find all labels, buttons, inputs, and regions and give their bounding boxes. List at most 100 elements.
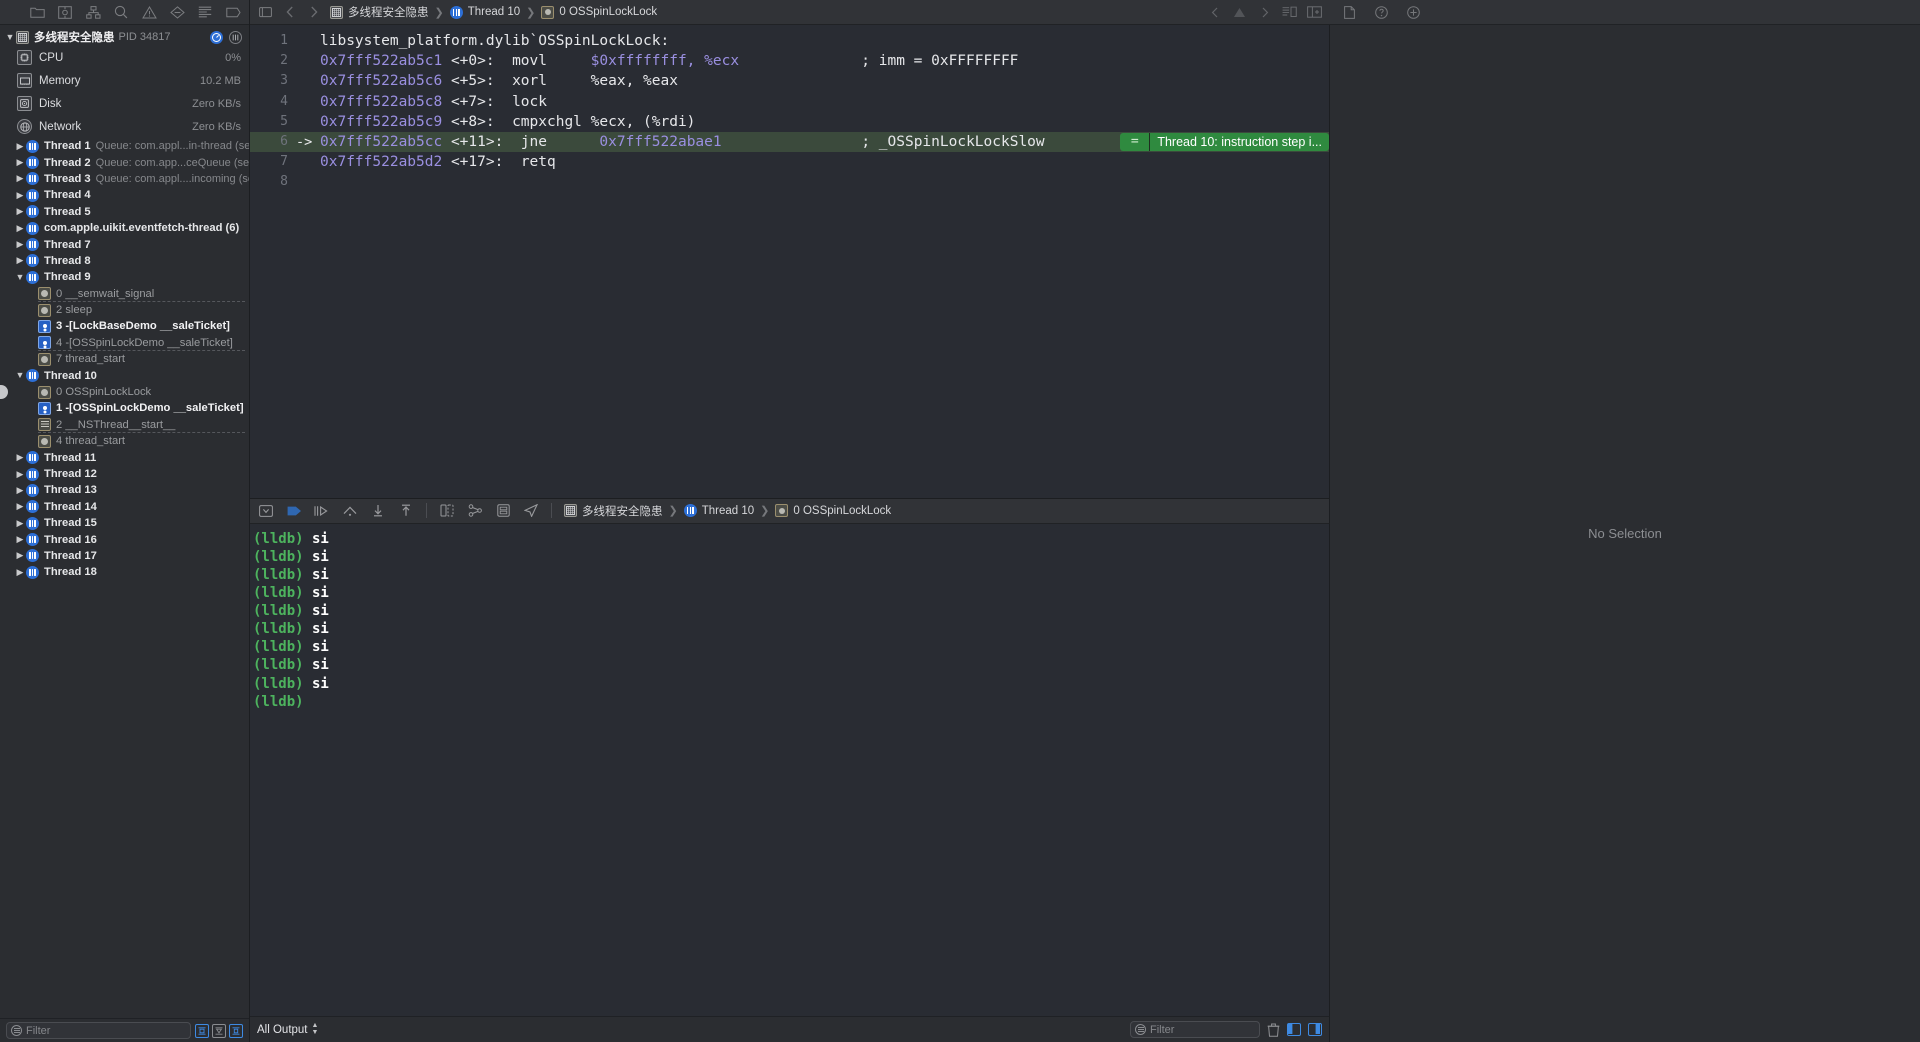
stack-frame-row[interactable]: 0 __semwait_signal (0, 286, 249, 302)
gauge-row-network[interactable]: Network Zero KB/s (0, 115, 249, 138)
thread-row[interactable]: Thread 4 (0, 187, 249, 203)
code-line[interactable]: 7 0x7fff522ab5d2 <+17>: retq (250, 152, 1329, 172)
thread-row[interactable]: Thread 11 (0, 449, 249, 465)
thread-disclosure-closed-icon[interactable] (14, 255, 26, 267)
thread-row[interactable]: Thread 8 (0, 253, 249, 269)
stack-frame-row[interactable]: 0 OSSpinLockLock (0, 384, 249, 400)
code-line[interactable]: 2 0x7fff522ab5c1 <+0>: movl $0xffffffff, … (250, 51, 1329, 71)
thread-disclosure-closed-icon[interactable] (14, 222, 26, 234)
process-disclosure-icon[interactable] (4, 31, 16, 43)
add-editor-icon[interactable] (1307, 5, 1322, 19)
thread-disclosure-closed-icon[interactable] (14, 157, 26, 169)
assembly-editor[interactable]: 1 libsystem_platform.dylib`OSSpinLockLock… (250, 25, 1330, 498)
trash-icon[interactable] (1267, 1023, 1280, 1037)
thread-row[interactable]: Thread 17 (0, 548, 249, 564)
continue-icon[interactable] (286, 503, 302, 518)
nav-forward-icon[interactable] (306, 5, 321, 19)
thread-disclosure-open-icon[interactable] (14, 271, 26, 283)
thread-disclosure-closed-icon[interactable] (14, 550, 26, 562)
breadcrumb-thread[interactable]: Thread 10 (468, 6, 520, 18)
breadcrumb-project[interactable]: 多线程安全隐患 (348, 4, 429, 20)
memory-graph-icon[interactable] (467, 503, 483, 518)
debug-breadcrumb-thread[interactable]: Thread 10 (702, 505, 754, 517)
thread-disclosure-closed-icon[interactable] (14, 468, 26, 480)
code-line[interactable]: 1 libsystem_platform.dylib`OSSpinLockLock… (250, 31, 1329, 51)
stack-frame-row[interactable]: 7 thread_start (0, 351, 249, 367)
thread-row[interactable]: Thread 12 (0, 466, 249, 482)
next-issue-icon[interactable] (1257, 5, 1272, 19)
debug-breadcrumb-project[interactable]: 多线程安全隐患 (582, 503, 663, 519)
console-pane-icon[interactable] (1308, 1023, 1322, 1036)
thread-disclosure-closed-icon[interactable] (14, 140, 26, 152)
stack-frame-row[interactable]: 1 -[OSSpinLockDemo __saleTicket] (0, 400, 249, 416)
gauge-row-cpu[interactable]: CPU 0% (0, 46, 249, 69)
thread-disclosure-open-icon[interactable] (14, 370, 26, 382)
thread-row[interactable]: Thread 16 (0, 531, 249, 547)
gauge-row-disk[interactable]: Disk Zero KB/s (0, 92, 249, 115)
code-line[interactable]: 3 0x7fff522ab5c6 <+5>: xorl %eax, %eax (250, 71, 1329, 91)
simulate-location-icon[interactable] (523, 503, 539, 518)
console-filter-input[interactable]: Filter (1130, 1021, 1260, 1038)
output-mode-selector[interactable]: All Output ▲ ▼ (257, 1022, 318, 1036)
thread-disclosure-closed-icon[interactable] (14, 452, 26, 464)
debug-view-icon[interactable] (495, 503, 511, 518)
code-line[interactable]: 8 (250, 172, 1329, 192)
thread-row[interactable]: Thread 3 Queue: com.appl....incoming (ser… (0, 171, 249, 187)
thread-row[interactable]: Thread 14 (0, 499, 249, 515)
stack-frame-row[interactable]: 4 thread_start (0, 433, 249, 449)
thread-row[interactable]: Thread 2 Queue: com.app...ceQueue (serial… (0, 154, 249, 170)
warning-icon[interactable] (141, 5, 157, 19)
related-items-icon[interactable] (258, 5, 273, 19)
thread-disclosure-closed-icon[interactable] (14, 566, 26, 578)
report-icon[interactable] (197, 5, 213, 19)
pause-status-icon[interactable] (210, 30, 223, 44)
debug-breadcrumb-frame[interactable]: 0 OSSpinLockLock (793, 505, 891, 517)
hide-debug-icon[interactable] (258, 503, 274, 518)
lldb-console[interactable]: (lldb) si (lldb) si (lldb) si (lldb) si (lld… (250, 523, 1329, 1016)
thread-disclosure-closed-icon[interactable] (14, 534, 26, 546)
code-line[interactable]: 5 0x7fff522ab5c9 <+8>: cmpxchgl %ecx, (%r… (250, 112, 1329, 132)
issue-icon[interactable] (1232, 5, 1247, 19)
file-inspector-icon[interactable] (1342, 5, 1357, 19)
thread-row[interactable]: Thread 10 (0, 367, 249, 383)
process-row[interactable]: 多线程安全隐患 PID 34817 (0, 28, 249, 46)
thread-disclosure-closed-icon[interactable] (14, 173, 26, 185)
filter-stack-icon[interactable] (229, 1023, 243, 1038)
stack-frame-row[interactable]: 4 -[OSSpinLockDemo __saleTicket] (0, 335, 249, 352)
thread-row[interactable]: Thread 7 (0, 236, 249, 252)
stack-frame-row[interactable]: 2 __NSThread__start__ (0, 417, 249, 434)
step-out-inst-icon[interactable] (398, 503, 414, 518)
threads-status-icon[interactable] (229, 30, 242, 44)
thread-row[interactable]: Thread 5 (0, 204, 249, 220)
filter-mixed-icon[interactable] (212, 1023, 226, 1038)
source-control-icon[interactable] (57, 5, 73, 19)
thread-disclosure-closed-icon[interactable] (14, 517, 26, 529)
search-icon[interactable] (113, 5, 129, 19)
stack-frame-row[interactable]: 2 sleep (0, 302, 249, 318)
thread-row[interactable]: Thread 9 (0, 269, 249, 285)
thread-row[interactable]: Thread 15 (0, 515, 249, 531)
help-inspector-icon[interactable] (1374, 5, 1389, 19)
thread-disclosure-closed-icon[interactable] (14, 484, 26, 496)
view-hierarchy-icon[interactable] (439, 503, 455, 518)
step-out-icon[interactable] (370, 503, 386, 518)
thread-row[interactable]: Thread 1 Queue: com.appl...in-thread (ser… (0, 138, 249, 154)
thread-step-badge[interactable]: = Thread 10: instruction step i... (1120, 132, 1329, 152)
thread-disclosure-closed-icon[interactable] (14, 206, 26, 218)
thread-row[interactable]: com.apple.uikit.eventfetch-thread (6) (0, 220, 249, 236)
thread-row[interactable]: Thread 18 (0, 564, 249, 580)
step-into-icon[interactable] (342, 503, 358, 518)
navigator-filter-input[interactable]: Filter (6, 1022, 191, 1039)
thread-row[interactable]: Thread 13 (0, 482, 249, 498)
tag-icon[interactable] (225, 5, 241, 19)
gauge-row-memory[interactable]: Memory 10.2 MB (0, 69, 249, 92)
quick-help-icon[interactable] (1406, 5, 1421, 19)
nav-back-icon[interactable] (282, 5, 297, 19)
variables-pane-icon[interactable] (1287, 1023, 1301, 1036)
thread-disclosure-closed-icon[interactable] (14, 189, 26, 201)
thread-disclosure-closed-icon[interactable] (14, 239, 26, 251)
breakpoint-icon[interactable] (169, 5, 185, 19)
stack-frame-row[interactable]: 3 -[LockBaseDemo __saleTicket] (0, 318, 249, 334)
code-line[interactable]: 4 0x7fff522ab5c8 <+7>: lock (250, 92, 1329, 112)
step-over-icon[interactable] (314, 503, 330, 518)
